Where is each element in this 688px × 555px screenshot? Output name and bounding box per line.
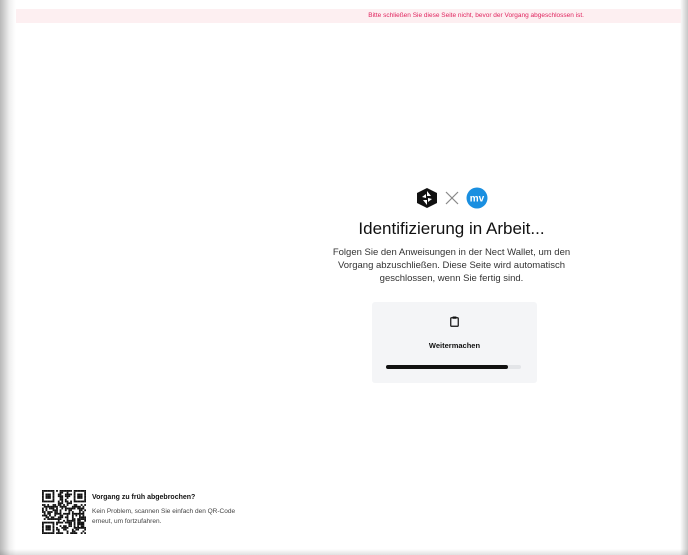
continue-card[interactable]: Weitermachen <box>372 302 537 383</box>
page-title: Identifizierung in Arbeit... <box>358 219 545 238</box>
cross-icon <box>445 191 458 205</box>
warning-banner: Bitte schließen Sie diese Seite nicht, b… <box>16 9 681 23</box>
mv-logo-text: mv <box>469 194 484 205</box>
clipboard-icon <box>450 316 459 327</box>
continue-label: Weitermachen <box>428 341 481 350</box>
progress-bar <box>386 365 521 369</box>
window-shadow-left <box>0 0 16 555</box>
nect-logo-icon <box>416 188 437 208</box>
progress-bar-fill <box>386 365 508 369</box>
qr-code-icon <box>42 490 86 534</box>
instructions-text: Folgen Sie den Anweisungen in der Nect W… <box>332 247 571 284</box>
status-panel: mv Identifizierung in Arbeit... Folgen S… <box>315 186 588 285</box>
window-shadow-right <box>680 0 688 555</box>
mv-logo-icon: mv <box>466 187 487 209</box>
qr-help-section: Vorgang zu früh abgebrochen? Kein Proble… <box>42 490 262 536</box>
help-text: Kein Problem, scannen Sie einfach den QR… <box>92 508 236 525</box>
help-title: Vorgang zu früh abgebrochen? <box>92 494 196 501</box>
window-shadow-bottom <box>0 549 688 555</box>
partner-logos: mv <box>315 186 588 210</box>
warning-banner-text: Bitte schließen Sie diese Seite nicht, b… <box>368 12 584 19</box>
